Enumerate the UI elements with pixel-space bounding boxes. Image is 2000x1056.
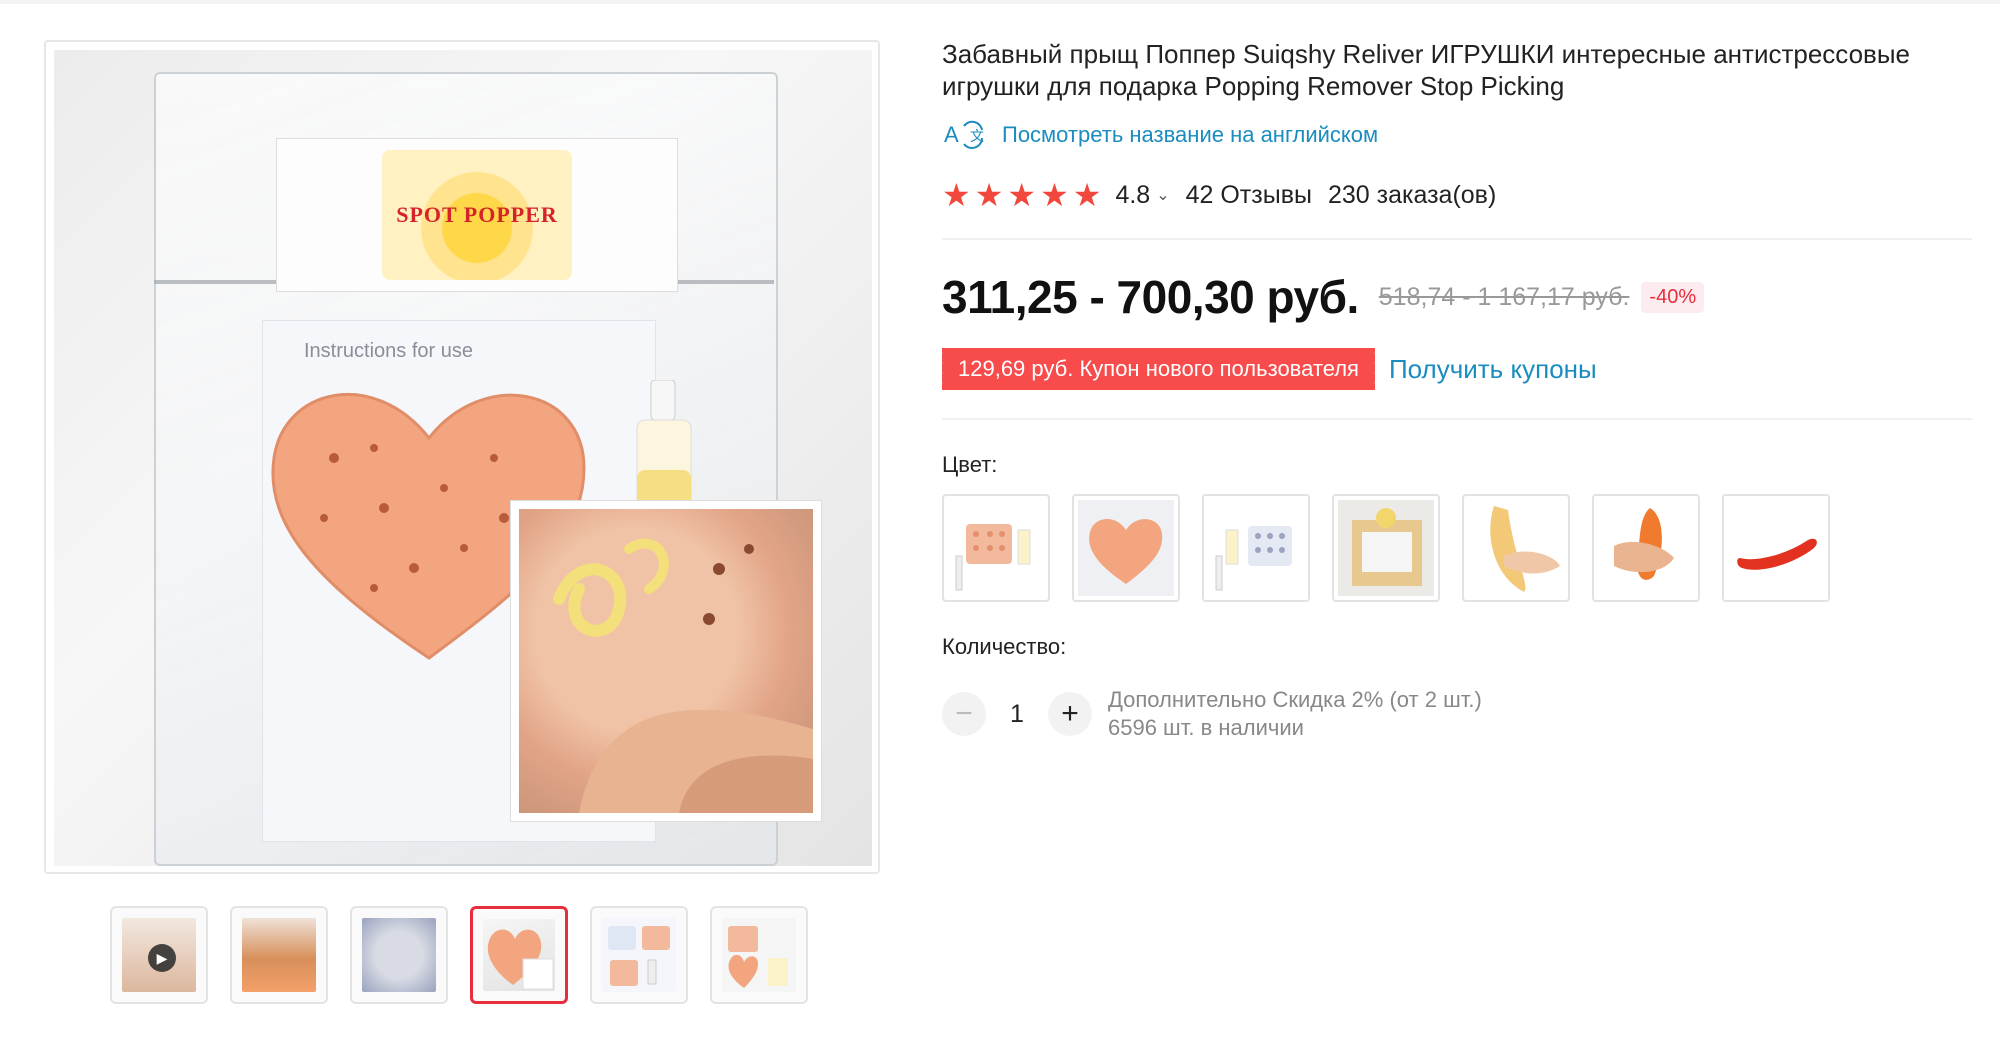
thumbnail-strip: ▶ [110, 906, 808, 1004]
product-photo: SPOT POPPER Instructions for use [54, 50, 872, 866]
color-options [942, 494, 1830, 602]
thumbnail-video[interactable]: ▶ [110, 906, 208, 1004]
discount-badge: -40% [1641, 281, 1705, 313]
coupon-row: 129,69 руб. Купон нового пользователя По… [939, 348, 1597, 390]
quantity-value[interactable]: 1 [986, 700, 1048, 729]
star-icon: ★ [942, 177, 971, 213]
plus-icon[interactable]: + [1048, 692, 1092, 736]
reviews-link[interactable]: 42 Отзывы [1186, 181, 1312, 210]
thumbnail-kit-heart[interactable] [710, 906, 808, 1004]
label-logo: SPOT POPPER [382, 150, 572, 280]
translate-link-label[interactable]: Посмотреть название на английском [1002, 122, 1378, 148]
quantity-stepper: − 1 + Дополнительно Скидка 2% (от 2 шт.)… [942, 686, 1482, 742]
rating-value[interactable]: 4.8 [1115, 181, 1150, 210]
chevron-down-icon[interactable]: ⌄ [1156, 185, 1169, 205]
thumb-heart [487, 929, 554, 990]
color-option-red-sausage[interactable] [1722, 494, 1830, 602]
thumbnail-bag[interactable] [470, 906, 568, 1004]
divider [942, 418, 1972, 420]
star-rating[interactable]: ★ ★ ★ ★ ★ [942, 176, 1101, 214]
translate-title-link[interactable]: A 文 Посмотреть название на английском [942, 120, 1378, 150]
rating-row: ★ ★ ★ ★ ★ 4.8 ⌄ 42 Отзывы 230 заказа(ов) [942, 176, 1496, 214]
current-price: 311,25 - 700,30 руб. [942, 271, 1359, 323]
orders-count: 230 заказа(ов) [1327, 180, 1497, 209]
thumbnail-yellow-squeeze[interactable] [350, 906, 448, 1004]
color-option-box[interactable] [1332, 494, 1440, 602]
instruction-text: Instructions for use [304, 340, 473, 362]
inset-photo [510, 500, 822, 822]
minus-icon[interactable]: − [942, 692, 986, 736]
old-price: 518,74 - 1 167,17 руб. [1378, 282, 1630, 311]
squeeze-illustration [553, 538, 813, 813]
star-icon: ★ [974, 177, 1004, 213]
play-icon[interactable]: ▶ [148, 944, 176, 972]
thumbnail-kit-white[interactable] [590, 906, 688, 1004]
main-product-image[interactable]: SPOT POPPER Instructions for use [44, 40, 880, 874]
product-title: Забавный прыщ Поппер Suiqshy Reliver ИГР… [942, 39, 1911, 101]
translate-icon[interactable]: A 文 [942, 120, 988, 150]
svg-text:A: A [944, 122, 959, 147]
price-row: 311,25 - 700,30 руб. 518,74 - 1 167,17 р… [942, 270, 1705, 324]
get-coupons-link[interactable]: Получить купоны [1389, 354, 1597, 385]
top-border [0, 0, 2000, 4]
stock-text: 6596 шт. в наличии [1108, 715, 1304, 740]
color-option-orange-hand[interactable] [1592, 494, 1700, 602]
star-icon: ★ [1007, 177, 1037, 213]
color-option-kit-square[interactable] [942, 494, 1050, 602]
color-label: Цвет: [942, 452, 998, 477]
star-icon: ★ [1072, 177, 1102, 213]
extra-discount-text: Дополнительно Скидка 2% (от 2 шт.) [1108, 687, 1482, 712]
quantity-label: Количество: [942, 634, 1067, 659]
package-label: SPOT POPPER [276, 138, 678, 292]
color-option-banana[interactable] [1462, 494, 1570, 602]
color-option-kit-white[interactable] [1202, 494, 1310, 602]
quantity-info: Дополнительно Скидка 2% (от 2 шт.) 6596 … [1108, 686, 1482, 742]
star-icon: ★ [1040, 177, 1069, 213]
svg-text:文: 文 [970, 128, 984, 144]
new-user-coupon[interactable]: 129,69 руб. Купон нового пользователя [939, 348, 1375, 390]
liquid-bottle [636, 380, 692, 517]
divider [942, 238, 1972, 240]
color-option-heart[interactable] [1072, 494, 1180, 602]
thumbnail-people[interactable] [230, 906, 328, 1004]
